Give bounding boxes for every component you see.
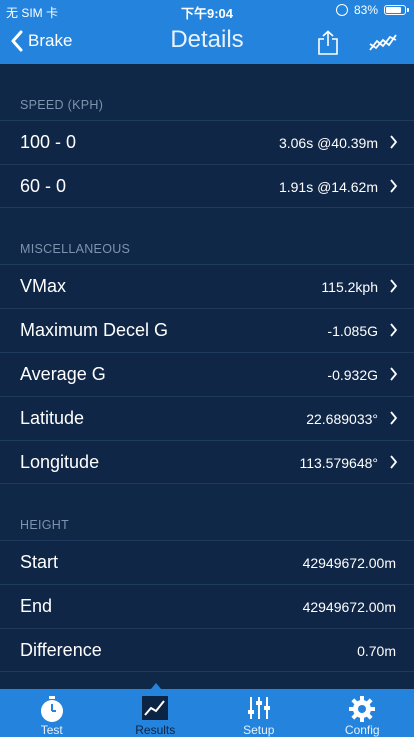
tab-label: Test [40,723,63,737]
stopwatch-icon [40,696,63,722]
battery-icon [384,5,409,15]
status-right: 83% [335,3,409,17]
row-value: 3.06s @40.39m [278,135,378,151]
section-header-speed: SPEED (KPH) [0,64,414,120]
tab-bar: Test Results Setup Config [0,683,414,737]
row-average-g[interactable]: Average G -0.932G [0,352,414,396]
graph-icon[interactable] [368,32,398,54]
battery-percent: 83% [353,3,378,17]
row-height-start: Start 42949672.00m [0,540,414,584]
row-longitude[interactable]: Longitude 113.579648° [0,440,414,484]
row-100-0[interactable]: 100 - 0 3.06s @40.39m [0,120,414,164]
chevron-right-icon [390,279,398,293]
row-label: Latitude [20,408,85,428]
row-label: VMax [20,276,67,296]
details-list: SPEED (KPH) 100 - 0 3.06s @40.39m 60 - 0… [0,64,414,689]
section-title: SPEED (KPH) [20,98,104,112]
page-title: Details [170,26,244,53]
row-label: 60 - 0 [20,176,67,196]
tab-label: Results [135,723,176,737]
row-label: Difference [20,640,102,660]
row-label: Average G [20,364,106,384]
row-max-decel-g[interactable]: Maximum Decel G -1.085G [0,308,414,352]
tab-test[interactable]: Test [0,689,104,737]
row-60-0[interactable]: 60 - 0 1.91s @14.62m [0,164,414,208]
chevron-right-icon [390,367,398,381]
row-label: Start [20,552,59,572]
tab-results[interactable]: Results [104,689,208,737]
sliders-icon [247,697,270,719]
orientation-lock-icon [335,4,348,16]
row-label: Longitude [20,452,100,472]
row-value: 42949672.00m [302,599,396,615]
row-height-end: End 42949672.00m [0,584,414,628]
row-vmax[interactable]: VMax 115.2kph [0,264,414,308]
tab-label: Config [344,723,380,737]
navigation-bar: Brake Details [0,20,414,64]
chevron-right-icon [390,179,398,193]
chevron-right-icon [390,455,398,469]
row-value: 1.91s @14.62m [278,179,378,195]
section-header-misc: MISCELLANEOUS [0,208,414,264]
row-label: Maximum Decel G [20,320,169,340]
chevron-right-icon [390,135,398,149]
row-value: 115.2kph [321,279,378,295]
row-value: 0.70m [357,643,396,659]
chevron-right-icon [390,323,398,337]
row-value: 42949672.00m [302,555,396,571]
row-height-difference: Difference 0.70m [0,628,414,672]
section-title: HEIGHT [20,518,70,532]
row-label: End [20,596,53,616]
row-latitude[interactable]: Latitude 22.689033° [0,396,414,440]
chart-icon [142,696,169,720]
gear-icon [349,696,376,722]
section-header-height: HEIGHT [0,484,414,540]
row-value: -0.932G [327,367,378,383]
row-value: -1.085G [327,323,378,339]
tab-label: Setup [243,723,275,737]
header-bar: 无 SIM 卡 下午9:04 83% Brake Details [0,0,414,64]
tab-config[interactable]: Config [311,689,414,737]
section-title: MISCELLANEOUS [20,242,131,256]
status-bar: 无 SIM 卡 下午9:04 83% [0,0,414,21]
share-icon[interactable] [316,30,340,56]
chevron-right-icon [390,411,398,425]
row-label: 100 - 0 [20,132,77,152]
row-value: 22.689033° [306,411,378,427]
row-value: 113.579648° [299,455,378,471]
tab-setup[interactable]: Setup [207,689,311,737]
